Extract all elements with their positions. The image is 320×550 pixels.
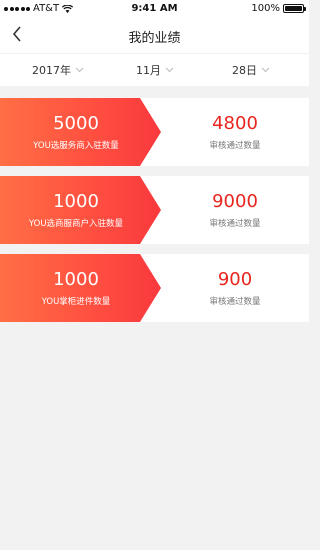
- date-filter-bar: 2017年 11月 28日: [0, 54, 309, 86]
- approved-value: 4800: [212, 113, 258, 134]
- stat-card-merchant: 1000 YOU选商服商户入驻数量 9000 审核通过数量: [0, 176, 309, 244]
- stat-value: 1000: [53, 191, 99, 212]
- approved-label: 审核通过数量: [209, 297, 261, 307]
- month-filter[interactable]: 11月: [136, 62, 174, 78]
- approved-label: 审核通过数量: [209, 141, 261, 151]
- status-right: 100%: [251, 3, 306, 14]
- day-filter[interactable]: 28日: [232, 62, 270, 78]
- chevron-down-icon: [75, 67, 84, 73]
- stat-card-service-provider: 5000 YOU选服务商入驻数量 4800 审核通过数量: [0, 98, 309, 166]
- nav-bar: 我的业绩: [0, 17, 309, 53]
- status-bar: AT&T 9:41 AM 100%: [0, 0, 309, 17]
- stat-card-shopkeeper: 1000 YOU掌柜进件数量 900 审核通过数量: [0, 254, 309, 322]
- stat-value: 1000: [53, 269, 99, 290]
- month-filter-label: 11月: [136, 64, 161, 77]
- approved-value: 9000: [212, 191, 258, 212]
- battery-percent: 100%: [251, 3, 280, 14]
- chevron-down-icon: [261, 67, 270, 73]
- stat-label: YOU选服务商入驻数量: [33, 141, 119, 151]
- year-filter[interactable]: 2017年: [32, 62, 84, 78]
- approved-label: 审核通过数量: [209, 219, 261, 229]
- stat-value: 5000: [53, 113, 99, 134]
- stat-label: YOU掌柜进件数量: [41, 297, 111, 307]
- day-filter-label: 28日: [232, 64, 257, 77]
- year-filter-label: 2017年: [32, 64, 71, 77]
- approved-value: 900: [217, 269, 253, 290]
- page-title: 我的业绩: [128, 31, 181, 46]
- stat-label: YOU选商服商户入驻数量: [28, 219, 124, 229]
- battery-icon: [283, 4, 306, 13]
- chevron-down-icon: [165, 67, 174, 73]
